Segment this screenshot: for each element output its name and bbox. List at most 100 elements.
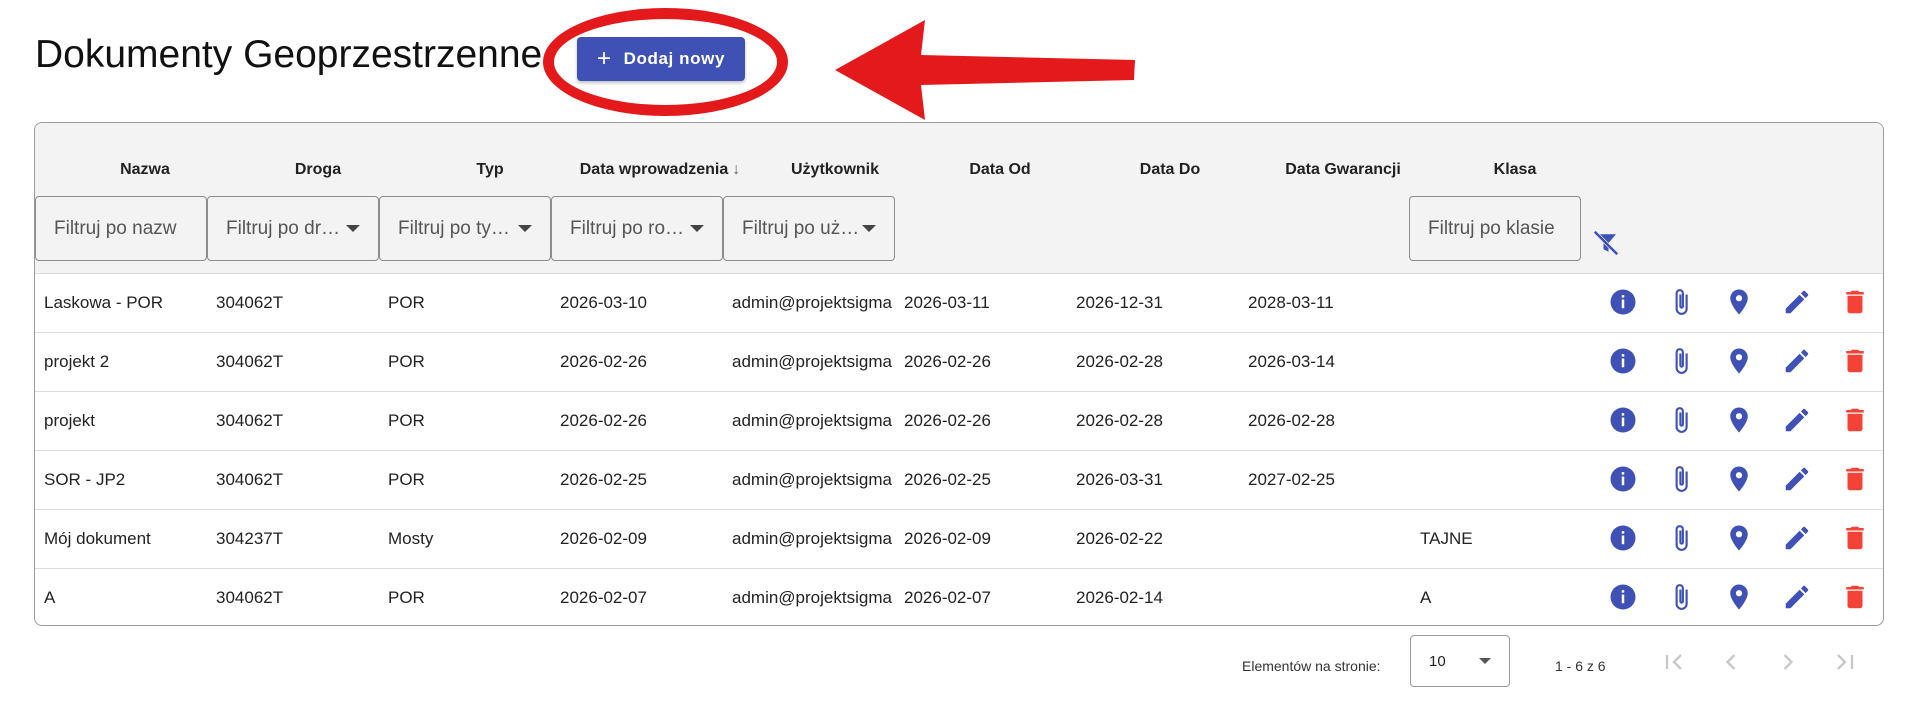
delete-icon[interactable] [1840, 523, 1870, 553]
info-icon[interactable] [1608, 523, 1638, 553]
column-header-nazwa[interactable]: Nazwa [85, 161, 205, 179]
cell-nazwa: A [44, 588, 56, 607]
cell-data-gwarancji: 2026-03-14 [1248, 352, 1335, 371]
cell-droga: 304062T [216, 470, 284, 489]
chevron-down-icon [690, 225, 704, 232]
cell-data-od: 2026-02-07 [904, 588, 991, 607]
cell-uzytkownik: admin@projektsigma [732, 293, 892, 312]
cell-nazwa: SOR - JP2 [44, 470, 126, 489]
column-header-uzytkownik[interactable]: Użytkownik [750, 161, 920, 179]
column-header-droga[interactable]: Droga [258, 161, 378, 179]
cell-typ: POR [388, 588, 425, 607]
cell-data-wprowadzenia: 2026-02-26 [560, 352, 647, 371]
table-row[interactable]: Laskowa - POR 304062T POR 2026-03-10 admin@p… [35, 273, 1883, 332]
cell-data-wprowadzenia: 2026-02-25 [560, 470, 647, 489]
table-row[interactable]: projekt 2 304062T POR 2026-02-26 admin@proje… [35, 332, 1883, 391]
info-icon[interactable] [1608, 405, 1638, 435]
info-icon[interactable] [1608, 464, 1638, 494]
cell-typ: Mosty [388, 529, 434, 548]
delete-icon[interactable] [1840, 582, 1870, 612]
edit-icon[interactable] [1782, 405, 1812, 435]
page-size-select[interactable]: 10 [1410, 635, 1510, 687]
cell-uzytkownik: admin@projektsigma [732, 470, 892, 489]
delete-icon[interactable] [1840, 346, 1870, 376]
cell-nazwa: Mój dokument [44, 529, 151, 548]
location-pin-icon[interactable] [1724, 405, 1754, 435]
edit-icon[interactable] [1782, 523, 1812, 553]
filter-klasa-input[interactable]: Filtruj po klasie [1409, 196, 1581, 261]
chevron-down-icon [346, 225, 360, 232]
column-header-typ[interactable]: Typ [430, 161, 550, 179]
column-header-klasa[interactable]: Klasa [1430, 161, 1600, 179]
edit-icon[interactable] [1782, 582, 1812, 612]
page-range-label: 1 - 6 z 6 [1555, 658, 1606, 674]
attachment-icon[interactable] [1666, 287, 1696, 317]
location-pin-icon[interactable] [1724, 523, 1754, 553]
attachment-icon[interactable] [1666, 464, 1696, 494]
location-pin-icon[interactable] [1724, 287, 1754, 317]
cell-data-do: 2026-02-14 [1076, 588, 1163, 607]
edit-icon[interactable] [1782, 464, 1812, 494]
filter-typ-select[interactable]: Filtruj po ty… [379, 196, 551, 261]
edit-icon[interactable] [1782, 287, 1812, 317]
column-header-data-wprowadzenia[interactable]: Data wprowadzenia ↓ [550, 161, 770, 179]
documents-table: Nazwa Droga Typ Data wprowadzenia ↓ Użytk… [34, 122, 1884, 626]
filter-uzytkownik-select[interactable]: Filtruj po uż… [723, 196, 895, 261]
sort-arrow-down-icon: ↓ [732, 161, 741, 178]
cell-data-od: 2026-02-25 [904, 470, 991, 489]
attachment-icon[interactable] [1666, 523, 1696, 553]
first-page-icon[interactable] [1660, 648, 1688, 676]
info-icon[interactable] [1608, 287, 1638, 317]
cell-data-do: 2026-12-31 [1076, 293, 1163, 312]
add-new-button[interactable]: + Dodaj nowy [577, 37, 745, 81]
location-pin-icon[interactable] [1724, 346, 1754, 376]
delete-icon[interactable] [1840, 405, 1870, 435]
delete-icon[interactable] [1840, 287, 1870, 317]
filter-nazwa-input[interactable]: Filtruj po nazw [35, 196, 207, 261]
table-row[interactable]: Mój dokument 304237T Mosty 2026-02-09 admin@… [35, 509, 1883, 568]
attachment-icon[interactable] [1666, 582, 1696, 612]
cell-nazwa: projekt 2 [44, 352, 110, 371]
table-header: Nazwa Droga Typ Data wprowadzenia ↓ Użytk… [35, 123, 1883, 273]
filter-droga-select[interactable]: Filtruj po dr… [207, 196, 379, 261]
table-row[interactable]: projekt 304062T POR 2026-02-26 admin@projekt… [35, 391, 1883, 450]
cell-data-wprowadzenia: 2026-02-07 [560, 588, 647, 607]
cell-typ: POR [388, 352, 425, 371]
delete-icon[interactable] [1840, 464, 1870, 494]
chevron-down-icon [518, 225, 532, 232]
cell-typ: POR [388, 411, 425, 430]
table-row[interactable]: A 304062T POR 2026-02-07 admin@projektsigma 2… [35, 568, 1883, 625]
table-row[interactable]: SOR - JP2 304062T POR 2026-02-25 admin@proje… [35, 450, 1883, 509]
cell-droga: 304237T [216, 529, 284, 548]
clear-filters-icon[interactable] [1591, 228, 1621, 258]
cell-data-gwarancji: 2027-02-25 [1248, 470, 1335, 489]
cell-data-do: 2026-03-31 [1076, 470, 1163, 489]
previous-page-icon[interactable] [1717, 648, 1745, 676]
cell-data-do: 2026-02-28 [1076, 411, 1163, 430]
cell-typ: POR [388, 293, 425, 312]
cell-droga: 304062T [216, 411, 284, 430]
filter-data-select[interactable]: Filtruj po ro… [551, 196, 723, 261]
plus-icon: + [596, 45, 612, 72]
column-header-data-gwarancji[interactable]: Data Gwarancji [1253, 161, 1433, 179]
attachment-icon[interactable] [1666, 346, 1696, 376]
next-page-icon[interactable] [1774, 648, 1802, 676]
last-page-icon[interactable] [1831, 648, 1859, 676]
paginator: Elementów na stronie: 10 1 - 6 z 6 [0, 628, 1914, 698]
cell-data-od: 2026-03-11 [904, 293, 990, 312]
edit-icon[interactable] [1782, 346, 1812, 376]
cell-typ: POR [388, 470, 425, 489]
location-pin-icon[interactable] [1724, 582, 1754, 612]
column-header-data-od[interactable]: Data Od [915, 161, 1085, 179]
cell-uzytkownik: admin@projektsigma [732, 352, 892, 371]
cell-droga: 304062T [216, 588, 284, 607]
column-header-data-do[interactable]: Data Do [1085, 161, 1255, 179]
attachment-icon[interactable] [1666, 405, 1696, 435]
cell-droga: 304062T [216, 293, 284, 312]
cell-klasa: TAJNE [1420, 529, 1473, 548]
info-icon[interactable] [1608, 346, 1638, 376]
cell-data-do: 2026-02-22 [1076, 529, 1163, 548]
cell-uzytkownik: admin@projektsigma [732, 588, 892, 607]
location-pin-icon[interactable] [1724, 464, 1754, 494]
info-icon[interactable] [1608, 582, 1638, 612]
